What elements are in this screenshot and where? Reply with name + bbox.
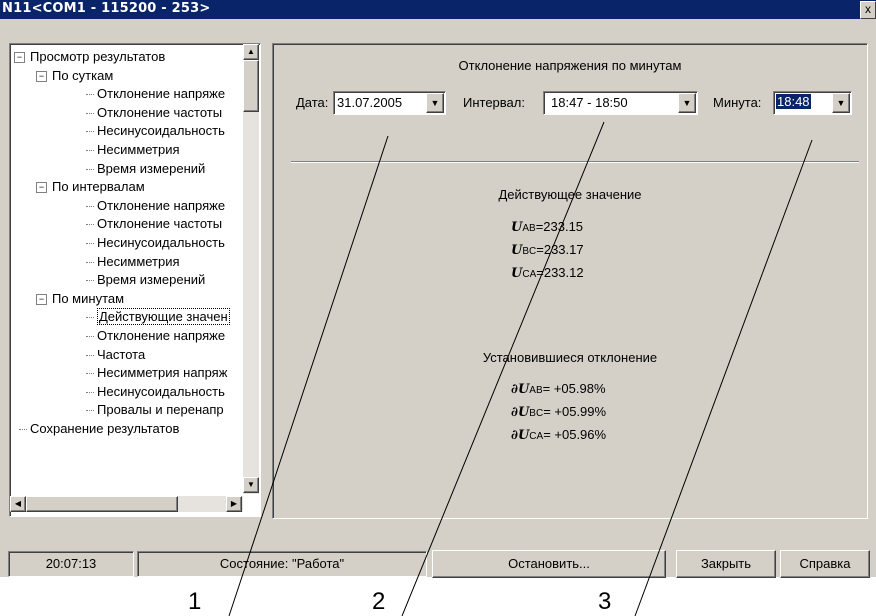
callout-line-1 xyxy=(228,135,389,616)
callout-line-3 xyxy=(634,139,813,616)
callout-1: 1 xyxy=(188,588,202,615)
callout-lines xyxy=(228,121,813,616)
callout-2: 2 xyxy=(372,588,386,615)
callout-3: 3 xyxy=(598,588,612,615)
callout-line-2 xyxy=(401,121,605,616)
